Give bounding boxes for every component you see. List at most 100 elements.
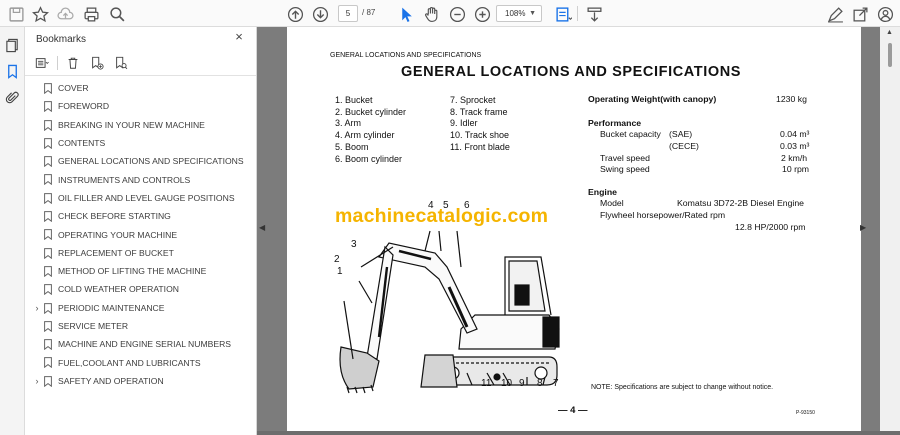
select-cursor-icon[interactable] (396, 4, 416, 24)
bookmark-icon (44, 302, 52, 314)
bookmark-icon (44, 229, 52, 241)
save-icon[interactable] (6, 4, 26, 24)
flywheel-value: 12.8 HP/2000 rpm (735, 222, 806, 232)
bookmark-label: PERIODIC MAINTENANCE (58, 302, 165, 313)
next-page-icon[interactable] (310, 4, 330, 24)
bookmark-item[interactable]: METHOD OF LIFTING THE MACHINE (25, 262, 256, 280)
find-bookmark-icon[interactable] (112, 55, 130, 71)
new-bookmark-icon[interactable] (88, 55, 106, 71)
account-icon[interactable] (875, 4, 895, 24)
bookmark-item[interactable]: GENERAL LOCATIONS AND SPECIFICATIONS (25, 152, 256, 170)
bookmark-item[interactable]: INSTRUMENTS AND CONTROLS (25, 170, 256, 188)
hand-tool-icon[interactable] (421, 4, 441, 24)
tool-divider (57, 56, 58, 70)
chevron-right-icon[interactable]: › (33, 376, 41, 386)
bookmark-item[interactable]: MACHINE AND ENGINE SERIAL NUMBERS (25, 335, 256, 353)
attachments-icon[interactable] (4, 89, 21, 106)
page-count: / 87 (362, 8, 376, 17)
bookmark-label: CHECK BEFORE STARTING (58, 211, 171, 222)
bookmark-item[interactable]: FUEL,COOLANT AND LUBRICANTS (25, 353, 256, 371)
scroll-thumb[interactable] (888, 43, 892, 67)
collapse-panel-icon[interactable]: ◀ (259, 223, 265, 232)
toolbar-divider (577, 6, 578, 21)
performance-heading: Performance (588, 118, 642, 128)
operating-weight-value: 1230 kg (776, 94, 807, 104)
sign-icon[interactable] (825, 4, 845, 24)
bookmark-item[interactable]: › PERIODIC MAINTENANCE (25, 299, 256, 317)
vertical-scrollbar[interactable]: ▲ (880, 27, 900, 435)
bookmark-label: COVER (58, 83, 89, 94)
search-icon[interactable] (107, 4, 127, 24)
bookmark-label: FUEL,COOLANT AND LUBRICANTS (58, 357, 201, 368)
cece-label: (CECE) (669, 141, 699, 151)
bookmark-item[interactable]: REPLACEMENT OF BUCKET (25, 244, 256, 262)
bookmark-label: CONTENTS (58, 138, 106, 149)
collapse-right-icon[interactable]: ▶ (860, 223, 866, 232)
chevron-right-icon[interactable]: › (33, 303, 41, 313)
current-page-input[interactable]: 5 (338, 5, 358, 22)
bookmark-item[interactable]: COLD WEATHER OPERATION (25, 280, 256, 298)
bookmark-item[interactable]: OIL FILLER AND LEVEL GAUGE POSITIONS (25, 189, 256, 207)
options-menu-icon[interactable] (33, 55, 51, 71)
zoom-out-icon[interactable] (447, 4, 467, 24)
parts-list-left: 1. Bucket 2. Bucket cylinder 3. Arm 4. A… (335, 95, 406, 165)
horizontal-scrollbar[interactable] (257, 431, 900, 435)
bookmark-icon (44, 119, 52, 131)
part-item: 6. Boom cylinder (335, 153, 403, 164)
zoom-in-icon[interactable] (472, 4, 492, 24)
cece-value: 0.03 m³ (780, 141, 810, 151)
bookmark-label: GENERAL LOCATIONS AND SPECIFICATIONS (58, 156, 244, 167)
bookmark-label: MACHINE AND ENGINE SERIAL NUMBERS (58, 339, 232, 350)
fit-page-icon[interactable] (553, 4, 573, 24)
bookmark-icon (44, 357, 52, 369)
bookmark-item[interactable]: FOREWORD (25, 97, 256, 115)
share-icon[interactable] (850, 4, 870, 24)
close-icon[interactable]: × (232, 30, 246, 44)
part-item: 10. Track shoe (450, 130, 510, 141)
scroll-up-icon[interactable]: ▲ (886, 29, 893, 36)
bookmark-item[interactable]: SERVICE METER (25, 317, 256, 335)
bookmark-item[interactable]: › SAFETY AND OPERATION (25, 372, 256, 390)
part-item: 8. Track frame (450, 106, 508, 117)
bookmark-item[interactable]: OPERATING YOUR MACHINE (25, 225, 256, 243)
main-toolbar: 5 / 87 108% ▼ (0, 0, 900, 27)
bookmark-icon (44, 174, 52, 186)
bookmark-item[interactable]: COVER (25, 79, 256, 97)
bookmark-icon (44, 375, 52, 387)
bookmark-list: COVER FOREWORD BREAKING IN YOUR NEW MACHIN… (25, 79, 256, 390)
callout-11: 11 (481, 378, 492, 389)
bookmark-item[interactable]: BREAKING IN YOUR NEW MACHINE (25, 116, 256, 134)
bookmarks-icon[interactable] (4, 63, 21, 80)
zoom-value: 108% (505, 9, 526, 18)
sae-label: (SAE) (669, 129, 693, 139)
bookmark-icon (44, 137, 52, 149)
callout-3: 3 (351, 239, 357, 250)
travel-speed-value: 2 km/h (781, 153, 808, 163)
upload-icon[interactable] (55, 4, 75, 24)
zoom-select[interactable]: 108% ▼ (496, 5, 542, 22)
running-head: GENERAL LOCATIONS AND SPECIFICATIONS (330, 52, 482, 59)
engine-model-value: Komatsu 3D72-2B Diesel Engine (677, 198, 805, 208)
print-icon[interactable] (81, 4, 101, 24)
bookmark-label: SERVICE METER (58, 321, 129, 331)
panel-title: Bookmarks (36, 34, 87, 45)
bookmark-label: METHOD OF LIFTING THE MACHINE (58, 266, 207, 277)
page-title: GENERAL LOCATIONS AND SPECIFICATIONS (401, 64, 742, 80)
flywheel-label: Flywheel horsepower/Rated rpm (600, 210, 726, 220)
scroll-mode-icon[interactable] (584, 4, 604, 24)
bookmark-star-icon[interactable] (30, 4, 50, 24)
bookmark-item[interactable]: CHECK BEFORE STARTING (25, 207, 256, 225)
part-item: 4. Arm cylinder (335, 130, 395, 141)
bookmark-icon (44, 339, 52, 351)
watermark-text: machinecatalogic.com (335, 205, 549, 227)
previous-page-icon[interactable] (285, 4, 305, 24)
callout-10: 10 (501, 378, 513, 389)
bookmark-icon (44, 284, 52, 296)
operating-weight-label: Operating Weight(with canopy) (588, 94, 717, 104)
page-thumbnails-icon[interactable] (4, 37, 21, 54)
bookmark-icon (44, 156, 52, 168)
bookmark-item[interactable]: CONTENTS (25, 134, 256, 152)
bookmark-icon (44, 83, 52, 94)
specifications-note: NOTE: Specifications are subject to chan… (591, 384, 774, 391)
delete-bookmark-icon[interactable] (64, 55, 82, 71)
